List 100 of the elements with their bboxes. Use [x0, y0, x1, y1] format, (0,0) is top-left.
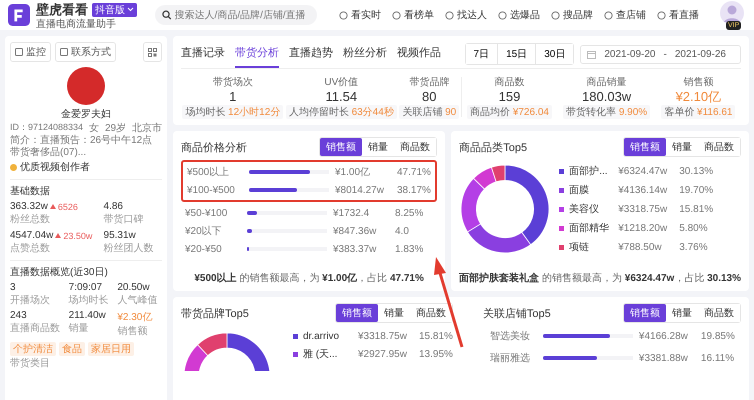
amount: ¥1.00亿 [335, 166, 372, 179]
avatar-icon[interactable] [720, 1, 744, 25]
store-name: 瑞丽雅选 [488, 352, 531, 365]
stat-value: 211.40w [68, 310, 107, 321]
up-triangle-icon [55, 233, 62, 238]
metric-value: 180.03w [582, 89, 632, 105]
metric-detail: 商品均价 ¥726.04 [467, 105, 552, 119]
app-subtitle: 直播电商流量助手 [36, 18, 117, 30]
stat-label: 开播场次 [10, 294, 51, 307]
stat-label: 销量 [68, 322, 90, 335]
metric-value: 80 [422, 89, 436, 105]
stat-delta: 6526 [58, 202, 78, 212]
profile-meta: 女 [89, 122, 99, 135]
stat-value: 20.50w [117, 282, 151, 293]
calendar-icon [587, 50, 596, 58]
metric-toggle[interactable]: 销售额 [624, 304, 666, 322]
search-icon [162, 10, 172, 20]
price-range: ¥50-¥100 [185, 208, 228, 218]
metric-detail: 带货转化率 9.90% [563, 105, 650, 119]
price-range: ¥20-¥50 [185, 244, 223, 254]
tab[interactable]: 粉丝分析 [343, 40, 387, 68]
share: 3.76% [679, 242, 708, 252]
nav-link[interactable]: 看实时 [339, 8, 381, 22]
amount: ¥4166.28w [638, 330, 689, 342]
stat-label: 点赞总数 [10, 242, 51, 255]
stat-label: 带货类目 [10, 356, 51, 370]
profile-meta: 29岁 [104, 122, 126, 134]
circle-icon [498, 10, 507, 20]
tab[interactable]: 直播趋势 [289, 40, 333, 68]
chart-summary: ¥500以上 的销售额最高，为 ¥1.00亿，占比 47.71% [193, 272, 425, 285]
stat-label: 粉丝总数 [10, 212, 51, 226]
legend-name: 面膜 [569, 184, 590, 197]
stat-value: 4547.04w [10, 230, 54, 241]
price-range: ¥500以上 [187, 166, 230, 179]
legend-name: 面部精华 [569, 222, 610, 235]
up-triangle-icon [50, 204, 56, 209]
metric-toggle[interactable]: 销售额 [624, 138, 666, 156]
metric-detail: 人均停留时长 63分44秒 [286, 105, 397, 119]
nav-link[interactable]: 找达人 [445, 8, 487, 22]
qr-code-button[interactable] [143, 42, 162, 62]
share: 15.81% [679, 204, 714, 214]
amount: ¥8014.27w [335, 184, 385, 196]
share: 13.95% [419, 348, 453, 360]
stat-value: 243 [10, 310, 28, 321]
avatar-circle [67, 67, 105, 105]
qr-code-icon [148, 48, 157, 56]
circle-icon [604, 10, 613, 20]
stat-value: 4.86 [104, 201, 123, 212]
metric-value: 1 [229, 89, 236, 105]
share: 1.83% [395, 244, 424, 254]
profile-meta: ID：97124088334 [10, 121, 84, 134]
stat-value: ¥2.30亿 [117, 311, 154, 324]
amount: ¥847.36w [333, 226, 378, 236]
metric-label: 带货场次 [212, 76, 253, 89]
share: 19.85% [700, 330, 736, 342]
tab[interactable]: 带货分析 [235, 40, 279, 68]
nav-link[interactable]: 选爆品 [498, 8, 540, 22]
amount: ¥4136.14w [618, 184, 668, 196]
metric-toggle[interactable]: 销售额 [320, 138, 362, 156]
metric-detail: 关联店铺 90 [399, 105, 460, 119]
date-range-field[interactable]: 2021-09-20 - 2021-09-26 [580, 44, 741, 64]
metric-toggle[interactable]: 销售额 [336, 304, 378, 322]
stat-delta: 23.50w [63, 230, 92, 240]
metric-value: ¥2.10亿 [676, 89, 722, 105]
stat-label: 人气峰值 [117, 294, 158, 307]
nav-link[interactable]: 查店铺 [604, 8, 646, 22]
amount: ¥3318.75w [358, 331, 408, 342]
metric-value: 159 [498, 89, 520, 105]
category-tag: 食品 [59, 342, 85, 356]
section-title: 基础数据 [10, 184, 51, 198]
circle-icon [339, 10, 348, 20]
profile-meta: 北京市 [132, 122, 162, 134]
share: 30.13% [679, 166, 714, 176]
amount: ¥788.50w [618, 242, 663, 252]
share: 19.70% [679, 184, 714, 196]
action-button[interactable]: 联系方式 [55, 42, 116, 62]
metric-detail: 客单价 ¥116.61 [661, 105, 736, 119]
range-button[interactable]: 30日 [535, 44, 574, 64]
stat-label: 粉丝团人数 [104, 242, 155, 255]
card-title: 商品品类Top5 [459, 140, 528, 154]
action-button[interactable]: 监控 [10, 42, 51, 62]
tab[interactable]: 视频作品 [397, 40, 441, 68]
amount: ¥2927.95w [358, 348, 408, 360]
tab[interactable]: 直播记录 [181, 40, 225, 68]
card-title: 带货品牌Top5 [181, 306, 249, 320]
share: 15.81% [419, 331, 453, 342]
category-tag: 家居日用 [88, 342, 134, 356]
metric-label: 销售额 [683, 76, 714, 89]
legend-name: dr.arrivo [303, 331, 340, 342]
share: 8.25% [395, 208, 424, 218]
share: 4.0 [395, 226, 410, 236]
amount: ¥1218.20w [618, 222, 668, 234]
nav-link[interactable]: 看直播 [657, 8, 699, 22]
legend-name: 面部护... [569, 164, 609, 178]
nav-link[interactable]: 看榜单 [392, 8, 434, 22]
stat-label: 销售额 [117, 324, 148, 338]
amount: ¥3318.75w [618, 204, 668, 214]
nav-link[interactable]: 搜品牌 [551, 8, 593, 22]
card-title: 商品价格分析 [181, 140, 247, 154]
edition-dropdown[interactable]: 抖音版 [92, 2, 137, 16]
